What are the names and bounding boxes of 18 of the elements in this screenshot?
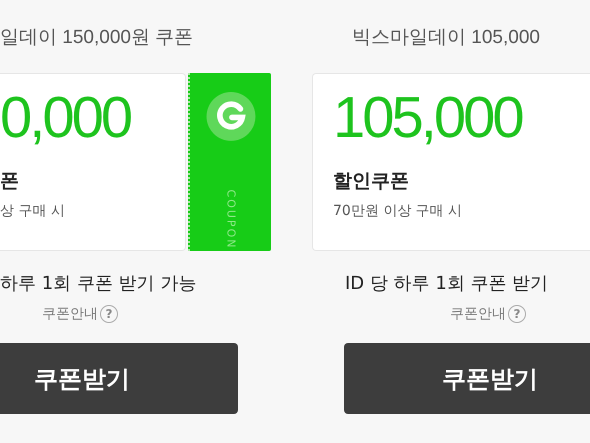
coupon-guide-link[interactable]: 쿠폰안내: [42, 305, 98, 323]
coupon-type: 할인쿠폰: [333, 169, 409, 194]
get-coupon-button[interactable]: 쿠폰받기: [0, 343, 238, 414]
limit-text: 하루 1회 쿠폰 받기 가능: [0, 272, 196, 295]
coupon-type: 폰: [0, 169, 19, 194]
help-icon[interactable]: ?: [508, 305, 526, 323]
coupon-amount: 105,000: [333, 86, 522, 150]
coupon-amount: 0,000: [0, 86, 130, 150]
coupon-label: COUPON: [224, 190, 237, 250]
coupon-condition: 상 구매 시: [0, 202, 65, 220]
get-coupon-button[interactable]: 쿠폰받기: [344, 343, 590, 414]
help-icon[interactable]: ?: [100, 305, 118, 323]
coupon-condition: 70만원 이상 구매 시: [333, 202, 462, 220]
g-logo-icon: [204, 92, 256, 141]
limit-text: ID 당 하루 1회 쿠폰 받기: [345, 272, 548, 295]
coupon-title: 일데이 150,000원 쿠폰: [0, 26, 194, 50]
coupon-guide-link[interactable]: 쿠폰안내: [450, 305, 506, 323]
coupon-title: 빅스마일데이 105,000: [352, 26, 540, 50]
